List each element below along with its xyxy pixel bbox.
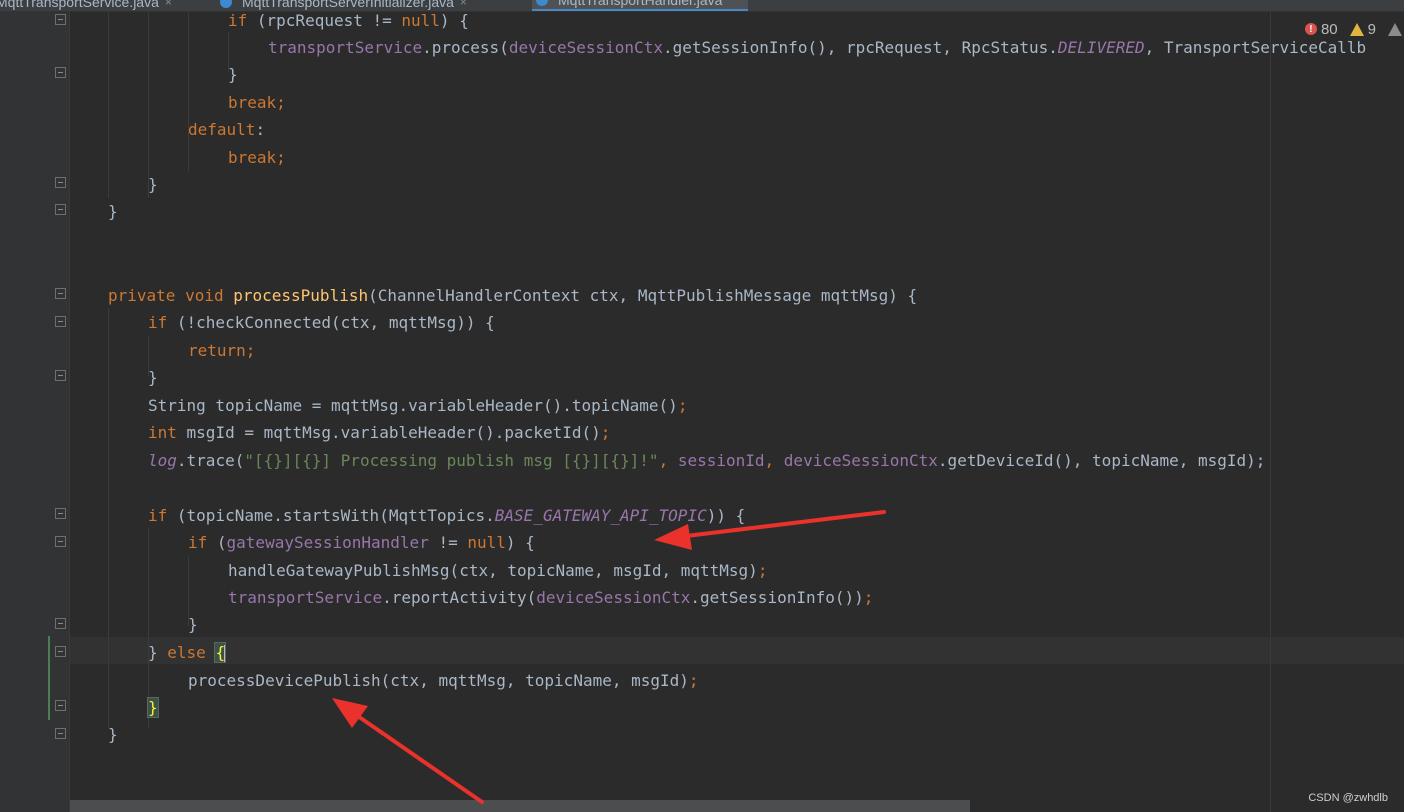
- code-line: default:: [188, 120, 266, 139]
- code-line: log.trace("[{}][{}] Processing publish m…: [148, 451, 1266, 470]
- method-signature: private void processPublish(ChannelHandl…: [108, 286, 918, 305]
- java-class-icon: [220, 0, 232, 8]
- fold-icon[interactable]: [55, 204, 66, 215]
- code-line: String topicName = mqttMsg.variableHeade…: [148, 396, 688, 415]
- code-line: }: [108, 725, 118, 744]
- code-line: handleGatewayPublishMsg(ctx, topicName, …: [228, 561, 768, 580]
- code-line: }: [147, 694, 159, 721]
- brace-match-highlight: }: [147, 697, 159, 718]
- code-line: if (topicName.startsWith(MqttTopics.BASE…: [148, 506, 746, 525]
- watermark: CSDN @zwhdlb: [1308, 792, 1388, 804]
- code-line: } else {: [148, 642, 227, 663]
- indent-guide: [108, 308, 109, 728]
- tab-mqtt-transport-service[interactable]: MqttTransportService.java ×: [0, 0, 172, 11]
- close-icon[interactable]: ×: [460, 0, 467, 9]
- fold-icon[interactable]: [55, 370, 66, 381]
- code-line: break;: [228, 93, 286, 112]
- code-line: processDevicePublish(ctx, mqttMsg, topic…: [188, 671, 699, 690]
- java-class-icon: [536, 0, 548, 6]
- inspection-widget[interactable]: ! 80 9: [1304, 18, 1404, 40]
- code-line: }: [148, 175, 158, 194]
- code-line: if (gatewaySessionHandler != null) {: [188, 533, 535, 552]
- indent-guide: [108, 12, 109, 198]
- editor-gutter: [0, 12, 70, 812]
- caret-row-highlight: [70, 637, 1404, 664]
- editor-tab-strip: MqttTransportService.java × MqttTransport…: [0, 0, 1404, 12]
- code-line: transportService.reportActivity(deviceSe…: [228, 588, 874, 607]
- fold-icon[interactable]: [55, 67, 66, 78]
- fold-icon[interactable]: [55, 177, 66, 188]
- code-line: if (rpcRequest != null) {: [228, 12, 469, 30]
- warning-icon: [1349, 22, 1364, 36]
- code-line: return;: [188, 341, 256, 360]
- code-line: }: [228, 65, 238, 84]
- tab-label: MqttTransportServerInitializer.java: [242, 0, 454, 10]
- right-margin-guide: [1270, 12, 1271, 812]
- tab-mqtt-transport-handler[interactable]: MqttTransportHandler.java: [532, 0, 749, 11]
- error-count: 80: [1320, 20, 1338, 38]
- fold-icon[interactable]: [55, 536, 66, 547]
- error-icon: !: [1304, 23, 1317, 35]
- code-line: }: [188, 615, 198, 634]
- text-caret: [224, 644, 227, 663]
- close-icon[interactable]: ×: [165, 0, 172, 9]
- tab-label: MqttTransportHandler.java: [558, 0, 723, 8]
- code-line: transportService.process(deviceSessionCt…: [268, 38, 1367, 57]
- horizontal-scrollbar[interactable]: [70, 800, 970, 812]
- weak-warning-icon: [1388, 22, 1402, 36]
- fold-icon[interactable]: [55, 618, 66, 629]
- fold-icon[interactable]: [55, 700, 66, 711]
- vcs-change-marker[interactable]: [48, 636, 50, 720]
- code-line: }: [108, 202, 118, 221]
- indent-guide: [188, 12, 189, 172]
- fold-icon[interactable]: [55, 316, 66, 327]
- fold-icon[interactable]: [55, 646, 66, 657]
- warning-count: 9: [1367, 20, 1376, 38]
- code-line: break;: [228, 148, 286, 167]
- tab-label: MqttTransportService.java: [0, 0, 159, 10]
- code-line: if (!checkConnected(ctx, mqttMsg)) {: [148, 313, 495, 332]
- code-line: }: [148, 368, 158, 387]
- code-editor[interactable]: if (rpcRequest != null) { transportServi…: [70, 12, 1404, 812]
- tab-mqtt-transport-server-initializer[interactable]: MqttTransportServerInitializer.java ×: [220, 0, 467, 11]
- code-line: int msgId = mqttMsg.variableHeader().pac…: [148, 423, 611, 442]
- fold-icon[interactable]: [55, 508, 66, 519]
- fold-icon[interactable]: [55, 288, 66, 299]
- fold-icon[interactable]: [55, 14, 66, 25]
- fold-icon[interactable]: [55, 728, 66, 739]
